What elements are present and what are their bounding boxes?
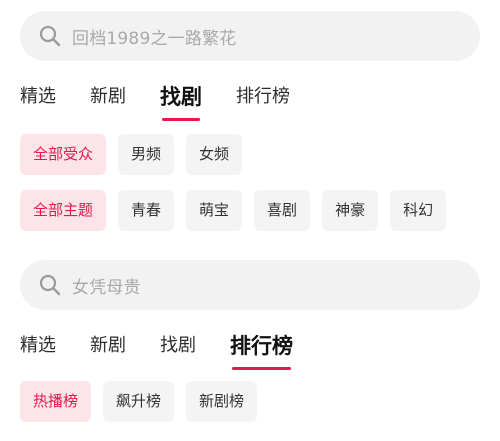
chip-scifi[interactable]: 科幻: [390, 190, 447, 231]
chip-all-audience[interactable]: 全部受众: [20, 134, 107, 175]
chip-comedy[interactable]: 喜剧: [254, 190, 311, 231]
tab-find-drama[interactable]: 找剧: [160, 79, 202, 121]
chip-all-themes[interactable]: 全部主题: [20, 190, 107, 231]
tab-bar-bottom: 精选 新剧 找剧 排行榜: [20, 328, 327, 370]
tab-featured[interactable]: 精选: [20, 328, 56, 364]
search-icon: [39, 25, 61, 47]
tab-ranking[interactable]: 排行榜: [230, 328, 293, 370]
audience-filter-row: 全部受众 男频 女频: [20, 134, 254, 175]
search-icon: [39, 274, 61, 296]
chip-new-drama-list[interactable]: 新剧榜: [186, 381, 258, 422]
search-bar-top[interactable]: 回档1989之一路繁花: [20, 11, 480, 61]
search-placeholder: 回档1989之一路繁花: [72, 28, 237, 49]
tab-new-drama[interactable]: 新剧: [90, 79, 126, 115]
chip-youth[interactable]: 青春: [118, 190, 175, 231]
ranking-filter-row: 热播榜 飙升榜 新剧榜: [20, 381, 269, 422]
tab-featured[interactable]: 精选: [20, 79, 56, 115]
tab-find-drama[interactable]: 找剧: [160, 328, 196, 364]
chip-tycoon[interactable]: 神豪: [322, 190, 379, 231]
page: 回档1989之一路繁花 精选 新剧 找剧 排行榜 全部受众 男频 女频 全部主题…: [0, 0, 500, 441]
tab-new-drama[interactable]: 新剧: [90, 328, 126, 364]
theme-filter-row: 全部主题 青春 萌宝 喜剧 神豪 科幻: [20, 190, 458, 231]
chip-cute-baby[interactable]: 萌宝: [186, 190, 243, 231]
search-bar-bottom[interactable]: 女凭母贵: [20, 260, 480, 310]
chip-male[interactable]: 男频: [118, 134, 175, 175]
chip-female[interactable]: 女频: [186, 134, 243, 175]
chip-hot-list[interactable]: 热播榜: [20, 381, 92, 422]
search-placeholder: 女凭母贵: [72, 277, 141, 298]
chip-rising-list[interactable]: 飙升榜: [103, 381, 175, 422]
tab-ranking[interactable]: 排行榜: [236, 79, 290, 115]
tab-bar-top: 精选 新剧 找剧 排行榜: [20, 79, 324, 121]
